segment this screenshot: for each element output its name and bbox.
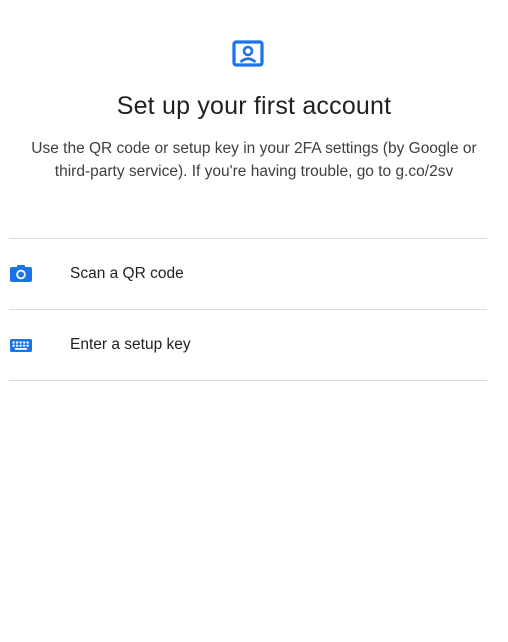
enter-setup-key-label: Enter a setup key (70, 336, 191, 353)
enter-setup-key-option[interactable]: Enter a setup key (9, 310, 487, 380)
divider (9, 380, 487, 381)
setup-description: Use the QR code or setup key in your 2FA… (31, 140, 477, 180)
qr-account-icon (232, 40, 264, 67)
page-title: Set up your first account (116, 92, 392, 120)
camera-icon (10, 265, 32, 282)
scan-qr-code-label: Scan a QR code (70, 265, 184, 282)
keyboard-icon (10, 339, 32, 352)
scan-qr-code-option[interactable]: Scan a QR code (9, 239, 487, 309)
